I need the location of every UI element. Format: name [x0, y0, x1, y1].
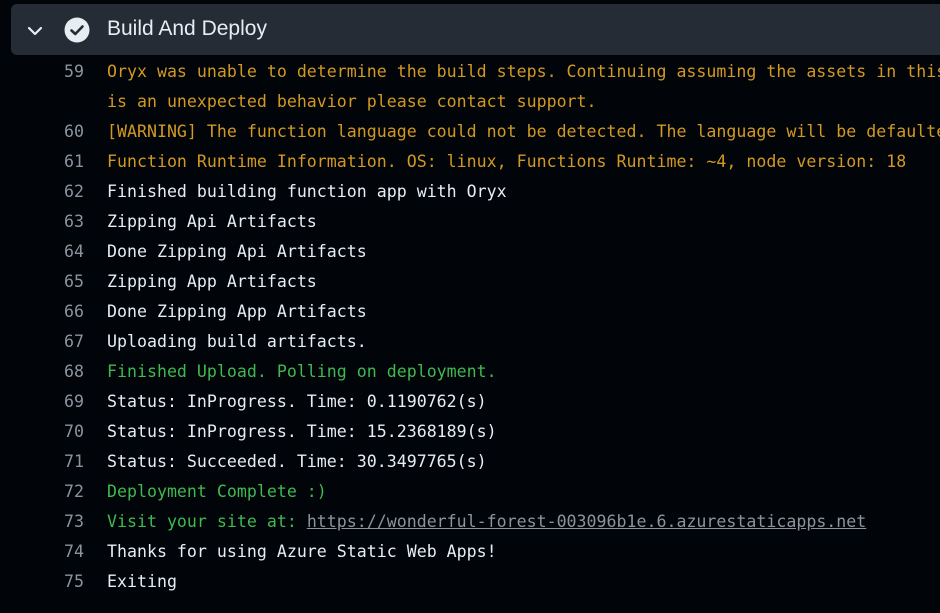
log-text: Visit your site at: https://wonderful-fo… [107, 507, 940, 537]
log-text: Done Zipping Api Artifacts [107, 237, 940, 267]
site-url-link[interactable]: https://wonderful-forest-003096b1e.6.azu… [307, 512, 866, 531]
log-text-content: Deployment Complete :) [107, 482, 327, 501]
log-text-content: Oryx was unable to determine the build s… [107, 62, 940, 81]
log-text: Zipping Api Artifacts [107, 207, 940, 237]
line-number[interactable]: 73 [0, 507, 84, 537]
log-text-content: Zipping Api Artifacts [107, 212, 317, 231]
log-line: 68 Finished Upload. Polling on deployment… [0, 357, 940, 387]
log-output: 59 Oryx was unable to determine the build… [0, 57, 940, 597]
log-text: Status: InProgress. Time: 15.2368189(s) [107, 417, 940, 447]
log-text-content: Function Runtime Information. OS: linux,… [107, 152, 907, 171]
log-line: 70 Status: InProgress. Time: 15.2368189(s… [0, 417, 940, 447]
log-text: Exiting [107, 567, 940, 597]
log-line: 59 Oryx was unable to determine the build… [0, 57, 940, 87]
line-number[interactable]: 69 [0, 387, 84, 417]
log-text: Status: Succeeded. Time: 30.3497765(s) [107, 447, 940, 477]
log-line: 64 Done Zipping Api Artifacts [0, 237, 940, 267]
log-text: Oryx was unable to determine the build s… [107, 57, 940, 87]
line-number[interactable]: 59 [0, 57, 84, 87]
log-text-content: Zipping App Artifacts [107, 272, 317, 291]
log-text: Finished Upload. Polling on deployment. [107, 357, 940, 387]
line-number[interactable]: 66 [0, 297, 84, 327]
log-text: Finished building function app with Oryx [107, 177, 940, 207]
line-number[interactable]: 68 [0, 357, 84, 387]
line-number[interactable]: 70 [0, 417, 84, 447]
log-text-content: is an unexpected behavior please contact… [107, 92, 597, 111]
log-line: 73 Visit your site at: https://wonderful-… [0, 507, 940, 537]
log-line: 60 [WARNING] The function language could … [0, 117, 940, 147]
line-number[interactable]: 62 [0, 177, 84, 207]
line-number[interactable]: 63 [0, 207, 84, 237]
log-text-content: Exiting [107, 572, 177, 591]
log-text-content: Finished building function app with Oryx [107, 182, 507, 201]
chevron-down-icon[interactable] [25, 21, 45, 41]
log-line: 66 Done Zipping App Artifacts [0, 297, 940, 327]
line-number[interactable]: 74 [0, 537, 84, 567]
log-text: Deployment Complete :) [107, 477, 940, 507]
line-number[interactable]: 67 [0, 327, 84, 357]
log-text: Done Zipping App Artifacts [107, 297, 940, 327]
log-text-content: Status: InProgress. Time: 0.1190762(s) [107, 392, 487, 411]
log-text-content: Done Zipping App Artifacts [107, 302, 367, 321]
line-number[interactable]: 71 [0, 447, 84, 477]
log-text-content: [WARNING] The function language could no… [107, 122, 940, 141]
log-line: 63 Zipping Api Artifacts [0, 207, 940, 237]
line-number[interactable]: 60 [0, 117, 84, 147]
log-text: is an unexpected behavior please contact… [107, 87, 940, 117]
log-line: 62 Finished building function app with Or… [0, 177, 940, 207]
line-number[interactable]: 75 [0, 567, 84, 597]
check-circle-icon [64, 17, 90, 43]
log-line: 69 Status: InProgress. Time: 0.1190762(s) [0, 387, 940, 417]
log-line: 72 Deployment Complete :) [0, 477, 940, 507]
log-text-content: Finished Upload. Polling on deployment. [107, 362, 497, 381]
step-header[interactable]: Build And Deploy [11, 4, 940, 55]
log-text-content: Thanks for using Azure Static Web Apps! [107, 542, 497, 561]
log-line: is an unexpected behavior please contact… [0, 87, 940, 117]
line-number[interactable]: 65 [0, 267, 84, 297]
log-text-content: Done Zipping Api Artifacts [107, 242, 367, 261]
log-text: Thanks for using Azure Static Web Apps! [107, 537, 940, 567]
line-number[interactable]: 61 [0, 147, 84, 177]
log-line: 67 Uploading build artifacts. [0, 327, 940, 357]
log-text: Uploading build artifacts. [107, 327, 940, 357]
log-line: 71 Status: Succeeded. Time: 30.3497765(s) [0, 447, 940, 477]
log-text-content: Visit your site at: [107, 512, 307, 531]
log-text-content: Status: Succeeded. Time: 30.3497765(s) [107, 452, 487, 471]
log-text: Zipping App Artifacts [107, 267, 940, 297]
log-line: 74 Thanks for using Azure Static Web Apps… [0, 537, 940, 567]
log-text-content: Uploading build artifacts. [107, 332, 367, 351]
log-text-content: Status: InProgress. Time: 15.2368189(s) [107, 422, 497, 441]
log-line: 61 Function Runtime Information. OS: linu… [0, 147, 940, 177]
line-number[interactable]: 72 [0, 477, 84, 507]
log-line: 65 Zipping App Artifacts [0, 267, 940, 297]
log-text: [WARNING] The function language could no… [107, 117, 940, 147]
log-text: Status: InProgress. Time: 0.1190762(s) [107, 387, 940, 417]
step-title: Build And Deploy [107, 17, 267, 40]
line-number[interactable]: 64 [0, 237, 84, 267]
log-line: 75 Exiting [0, 567, 940, 597]
log-text: Function Runtime Information. OS: linux,… [107, 147, 940, 177]
